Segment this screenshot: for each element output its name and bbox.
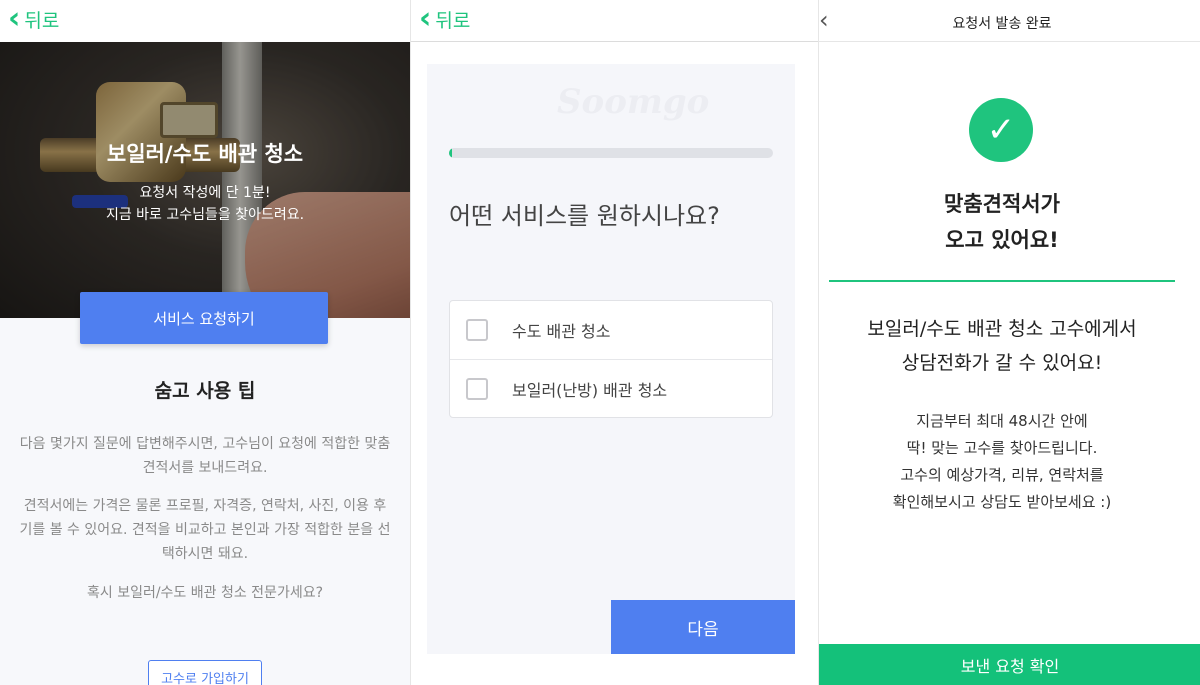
question-text: 어떤 서비스를 원하시나요?: [449, 202, 720, 230]
subheading-line: 보일러/수도 배관 청소 고수에게서: [867, 318, 1137, 340]
service-intro-screen: ‹ 뒤로 보일러/수도 배관 청소 요청서 작성에 단 1분! 지금 바로 고수…: [0, 0, 410, 685]
back-button[interactable]: ‹ 뒤로: [8, 1, 60, 36]
chevron-left-icon: ‹: [419, 1, 432, 36]
headline-line: 맞춤견적서가: [944, 192, 1060, 216]
hero-subtitle-line: 지금 바로 고수님들을 찾아드려요.: [105, 207, 305, 223]
hero-title: 보일러/수도 배관 청소: [106, 142, 304, 166]
progress-fill: [449, 148, 453, 158]
top-bar: ‹ 뒤로: [411, 0, 818, 42]
headline-line: 오고 있어요!: [945, 228, 1059, 252]
chevron-left-icon: ‹: [8, 1, 21, 36]
top-bar: ‹ 요청서 발송 완료: [819, 0, 1200, 42]
view-sent-request-button[interactable]: 보낸 요청 확인: [819, 644, 1200, 685]
check-circle-icon: ✓: [969, 98, 1033, 162]
question-card: Soomgo 어떤 서비스를 원하시나요? 수도 배관 청소 보일러(난방) 배…: [427, 64, 795, 654]
hero-subtitle: 요청서 작성에 단 1분! 지금 바로 고수님들을 찾아드려요.: [0, 182, 410, 226]
option-item[interactable]: 수도 배관 청소: [450, 301, 772, 359]
join-as-pro-button[interactable]: 고수로 가입하기: [148, 660, 262, 685]
top-bar: ‹ 뒤로: [0, 0, 410, 42]
checkbox-icon[interactable]: [466, 319, 488, 341]
progress-bar: [449, 148, 773, 158]
info-line: 딱! 맞는 고수를 찾아드립니다.: [906, 439, 1098, 457]
info-line: 고수의 예상가격, 리뷰, 연락처를: [900, 466, 1104, 484]
info-text: 지금부터 최대 48시간 안에 딱! 맞는 고수를 찾아드립니다. 고수의 예상…: [819, 408, 1185, 516]
subheading-line: 상담전화가 갈 수 있어요!: [901, 352, 1103, 374]
page-title: 요청서 발송 완료: [952, 16, 1052, 32]
option-list: 수도 배관 청소 보일러(난방) 배관 청소: [449, 300, 773, 418]
option-item[interactable]: 보일러(난방) 배관 청소: [450, 359, 772, 417]
back-label: 뒤로: [24, 9, 60, 32]
tip-text: 견적서에는 가격은 물론 프로필, 자격증, 연락처, 사진, 이용 후기를 볼…: [19, 498, 391, 562]
headline: 맞춤견적서가 오고 있어요!: [819, 186, 1185, 258]
option-label: 보일러(난방) 배관 청소: [512, 380, 668, 400]
service-request-button[interactable]: 서비스 요청하기: [80, 292, 328, 344]
info-line: 확인해보시고 상담도 받아보세요 :): [892, 493, 1112, 511]
hero-subtitle-line: 요청서 작성에 단 1분!: [139, 185, 271, 201]
subheading: 보일러/수도 배관 청소 고수에게서 상담전화가 갈 수 있어요!: [819, 312, 1185, 380]
back-label: 뒤로: [435, 9, 471, 32]
tip-text: 다음 몇가지 질문에 답변해주시면, 고수님이 요청에 적합한 맞춤 견적서를 …: [19, 436, 391, 476]
option-label: 수도 배관 청소: [512, 322, 611, 341]
tip-text: 혹시 보일러/수도 배관 청소 전문가세요?: [86, 585, 324, 601]
hero-overlay: [0, 42, 410, 318]
checkbox-icon[interactable]: [466, 377, 488, 400]
hero-image: 보일러/수도 배관 청소 요청서 작성에 단 1분! 지금 바로 고수님들을 찾…: [0, 42, 410, 318]
back-button[interactable]: ‹ 뒤로: [419, 1, 471, 36]
info-line: 지금부터 최대 48시간 안에: [916, 412, 1088, 430]
brand-watermark: Soomgo: [557, 82, 710, 122]
question-screen: ‹ 뒤로 Soomgo 어떤 서비스를 원하시나요? 수도 배관 청소 보일러(…: [410, 0, 818, 685]
divider: [829, 280, 1175, 282]
request-sent-screen: ‹ 요청서 발송 완료 ✓ 맞춤견적서가 오고 있어요! 보일러/수도 배관 청…: [818, 0, 1200, 685]
tips-title: 숨고 사용 팁: [154, 380, 256, 402]
next-button[interactable]: 다음: [611, 600, 795, 654]
